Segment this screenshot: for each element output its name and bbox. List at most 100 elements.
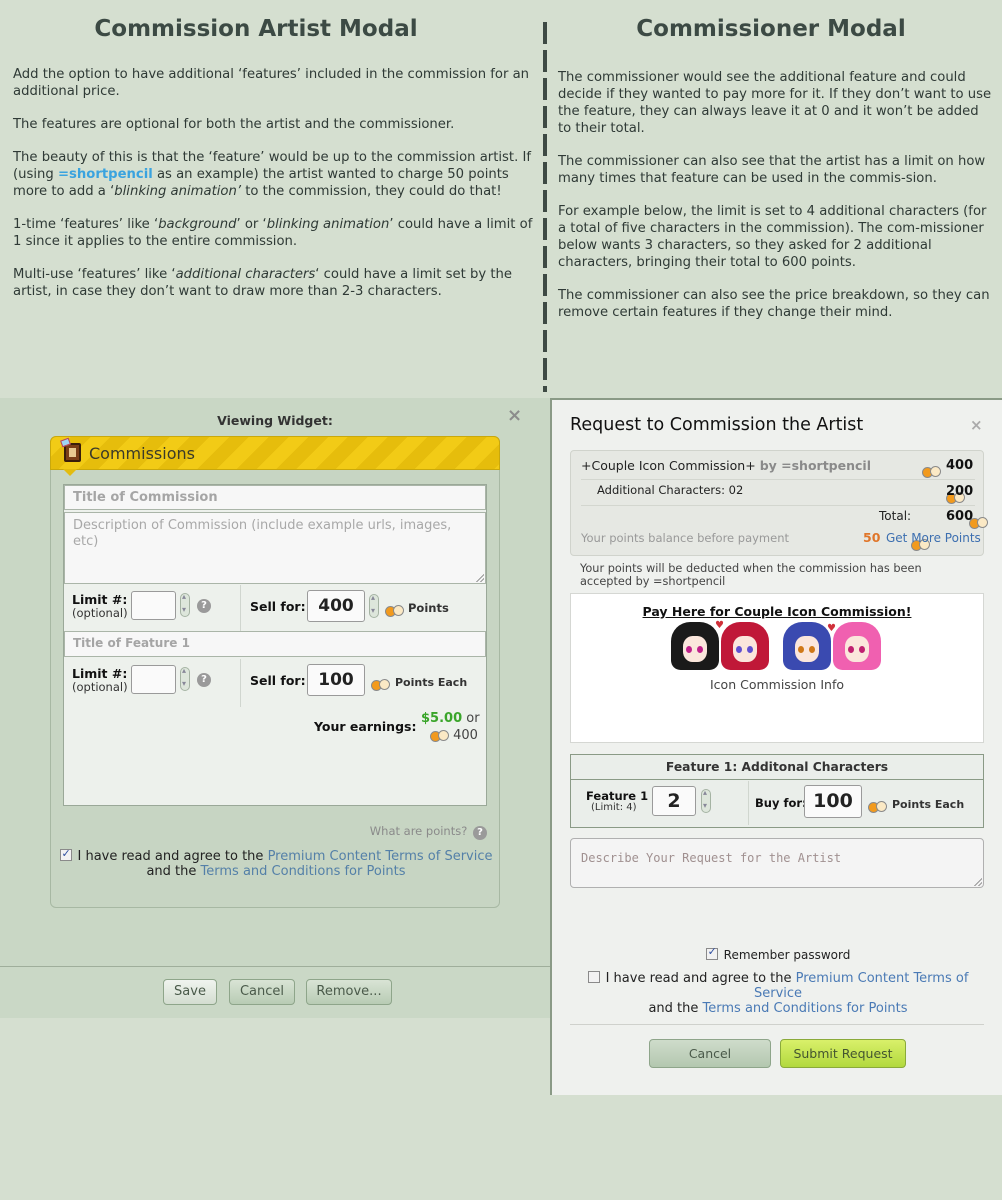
quantity-spinner[interactable]: [701, 788, 711, 813]
get-more-points-link[interactable]: Get More Points: [886, 531, 981, 545]
points-label: Points: [408, 601, 449, 615]
feature-title-input[interactable]: Title of Feature 1: [64, 631, 486, 657]
earnings-value: $5.00 or: [421, 711, 480, 726]
points-terms-link[interactable]: Terms and Conditions for Points: [703, 1001, 908, 1016]
buy-price-input[interactable]: 100: [804, 785, 862, 818]
commission-description-textarea[interactable]: Description of Commission (include examp…: [64, 512, 486, 584]
promo-title-link[interactable]: Pay Here for Couple Icon Commission!: [571, 604, 983, 619]
earnings-money: $5.00: [421, 711, 463, 726]
character-avatar: [721, 622, 769, 670]
header-pointer: [63, 469, 77, 476]
agree-checkbox[interactable]: [59, 846, 72, 861]
deduction-note: Your points will be deducted when the co…: [580, 562, 922, 588]
commission-promo: Pay Here for Couple Icon Commission! ♥ ♥…: [570, 593, 984, 743]
feature-header: Feature 1: Additonal Characters: [571, 755, 983, 780]
points-each-label: Points Each: [395, 676, 468, 689]
feature-limit-input[interactable]: [131, 665, 176, 694]
points-coin-icon: [922, 465, 941, 478]
item-name: +Couple Icon Commission+ by =shortpencil: [581, 458, 871, 473]
close-icon[interactable]: ×: [970, 418, 983, 433]
feature-help-icon[interactable]: ?: [197, 673, 211, 687]
points-coin-icon: [430, 729, 449, 742]
modal-title: Request to Commission the Artist: [570, 415, 864, 435]
save-button[interactable]: Save: [163, 979, 217, 1005]
submit-request-button[interactable]: Submit Request: [780, 1039, 906, 1068]
commissioner-modal-description: The commissioner would see the additiona…: [558, 69, 994, 337]
paragraph: Multi-use ‘features’ like ‘additional ch…: [13, 267, 512, 299]
feature-line-item: Additional Characters: 02: [597, 483, 744, 497]
buy-for-label: Buy for:: [755, 796, 807, 810]
limit-input[interactable]: [131, 591, 176, 620]
cancel-button[interactable]: Cancel: [649, 1039, 771, 1068]
request-description-textarea[interactable]: Describe Your Request for the Artist: [570, 838, 984, 888]
character-avatar: [783, 622, 831, 670]
points-coin-icon: [385, 604, 404, 617]
artist-modal-description: Add the option to have additional ‘featu…: [13, 66, 539, 316]
commission-form: Title of Commission Description of Commi…: [63, 484, 487, 806]
commission-box-icon: [60, 437, 81, 462]
feature-quantity-input[interactable]: 2: [652, 786, 696, 816]
paragraph: The commissioner can also see that the a…: [558, 154, 986, 186]
agree-checkbox[interactable]: [587, 971, 600, 983]
balance-value: 50: [863, 530, 881, 545]
item-price: 400: [946, 458, 974, 473]
feature-limit-label: Limit #:: [72, 666, 128, 681]
description-placeholder: Description of Commission (include examp…: [73, 518, 452, 549]
feature-limit-spinner[interactable]: [180, 666, 190, 691]
price-spinner[interactable]: [369, 593, 379, 618]
feature-label: Feature 1: [586, 789, 649, 803]
divider: [570, 1024, 984, 1025]
what-are-points-link[interactable]: What are points? ?: [370, 824, 487, 840]
artist-modal: Viewing Widget: × Commissions Title of C…: [0, 398, 550, 1018]
terms-agreement: I have read and agree to the Premium Con…: [51, 846, 501, 879]
limit-label: Limit #:: [72, 592, 128, 607]
commissioner-modal-heading: Commissioner Modal: [636, 16, 906, 42]
heart-icon: ♥: [715, 620, 724, 631]
resize-handle[interactable]: [974, 878, 982, 886]
remove-button[interactable]: Remove...: [306, 979, 392, 1005]
balance-label: Your points balance before payment: [581, 531, 790, 545]
paragraph: The commissioner can also see the price …: [558, 288, 990, 320]
promo-info-text: Icon Commission Info: [709, 677, 844, 692]
artist-modal-footer: Save Cancel Remove...: [0, 966, 550, 1018]
earnings-points: 400: [430, 728, 478, 743]
resize-handle[interactable]: [476, 574, 484, 582]
feature-price-row: Limit #: (optional) ? Sell for: 100 Poin…: [64, 659, 486, 707]
character-avatar: [833, 622, 881, 670]
widget-header: Commissions: [50, 436, 500, 476]
sell-for-label: Sell for:: [250, 599, 306, 614]
paragraph: Add the option to have additional ‘featu…: [13, 67, 530, 99]
commissioner-modal: Request to Commission the Artist × +Coup…: [550, 398, 1002, 1095]
feature-limit-label: (Limit: 4): [591, 802, 637, 813]
paragraph: The features are optional for both the a…: [13, 117, 455, 132]
limit-optional-label: (optional): [72, 606, 128, 620]
close-icon[interactable]: ×: [507, 407, 522, 425]
remember-password-checkbox[interactable]: [705, 945, 718, 960]
commission-price-row: Limit #: (optional) ? Sell for: 400 Poin…: [64, 585, 486, 631]
feature-sell-for-label: Sell for:: [250, 673, 306, 688]
remember-password: Remember password: [552, 945, 1002, 962]
paragraph: For example below, the limit is set to 4…: [558, 204, 987, 270]
premium-terms-link[interactable]: Premium Content Terms of Service: [268, 849, 493, 864]
paragraph: The beauty of this is that the ‘feature’…: [13, 150, 531, 199]
price-summary: +Couple Icon Commission+ by =shortpencil…: [570, 450, 989, 556]
points-coin-icon: [868, 800, 887, 813]
paragraph: The commissioner would see the additiona…: [558, 70, 992, 136]
column-divider: [543, 22, 547, 392]
commission-title-input[interactable]: Title of Commission: [64, 485, 486, 510]
cancel-button[interactable]: Cancel: [229, 979, 295, 1005]
help-icon[interactable]: ?: [197, 599, 211, 613]
item-artist[interactable]: by =shortpencil: [760, 458, 871, 473]
feature-price-input[interactable]: 100: [307, 664, 365, 696]
user-link-shortpencil[interactable]: =shortpencil: [58, 167, 153, 182]
earnings-label: Your earnings:: [314, 719, 417, 734]
limit-spinner[interactable]: [180, 592, 190, 617]
sell-price-input[interactable]: 400: [307, 590, 365, 622]
total-value: 600: [946, 509, 974, 524]
help-icon: ?: [473, 826, 487, 840]
character-avatar: [671, 622, 719, 670]
viewing-widget-label: Viewing Widget:: [217, 413, 333, 428]
points-coin-icon: [371, 678, 390, 691]
feature-limit-optional-label: (optional): [72, 680, 128, 694]
points-terms-link[interactable]: Terms and Conditions for Points: [201, 864, 406, 879]
